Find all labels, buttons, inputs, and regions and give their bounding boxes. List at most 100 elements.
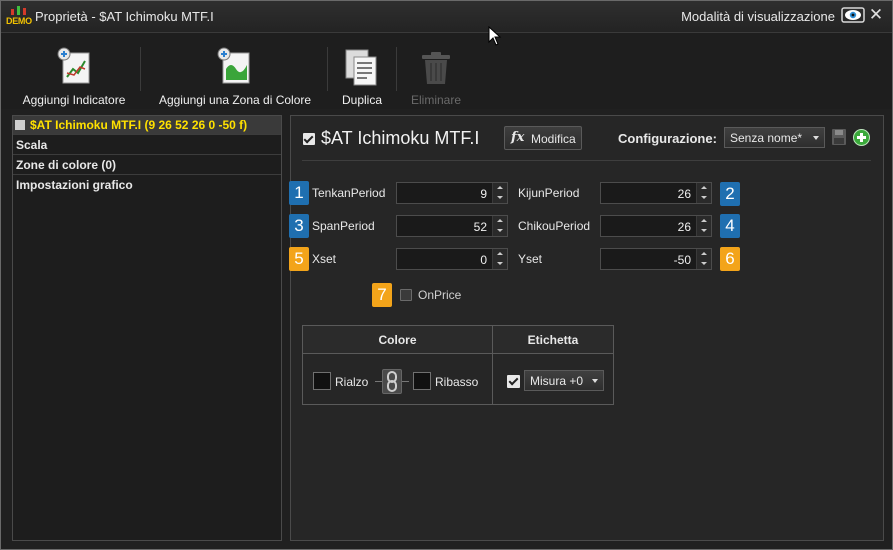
add-indicator-button[interactable]: Aggiungi Indicatore: [15, 41, 133, 107]
close-icon[interactable]: ✕: [868, 6, 884, 24]
onprice-checkbox[interactable]: [400, 289, 412, 301]
chikou-period-input[interactable]: 26: [600, 215, 712, 237]
add-color-zone-button[interactable]: Aggiungi una Zona di Colore: [151, 41, 319, 107]
param-label-kijun: KijunPeriod: [518, 186, 580, 200]
down-label: Ribasso: [435, 375, 479, 389]
view-mode-label[interactable]: Modalità di visualizzazione: [681, 9, 835, 24]
tree-item-label: Impostazioni grafico: [16, 178, 133, 192]
indicator-panel: $AT Ichimoku MTF.I fx Modifica Configura…: [289, 115, 884, 541]
spin-down-icon[interactable]: [696, 259, 711, 269]
fx-icon: fx: [511, 130, 525, 145]
panel-divider: [302, 160, 871, 161]
spin-down-icon[interactable]: [492, 259, 507, 269]
toolbar-divider: [396, 47, 397, 91]
yset-input[interactable]: -50: [600, 248, 712, 270]
spin-up-icon[interactable]: [696, 216, 711, 226]
param-label-yset: Yset: [518, 252, 543, 266]
delete-button[interactable]: Eliminare: [404, 41, 468, 107]
config-value: Senza nome*: [730, 131, 803, 145]
config-select[interactable]: Senza nome*: [724, 127, 825, 148]
tree-item-color-zones[interactable]: Zone di colore (0): [13, 156, 281, 175]
link-line: [402, 381, 409, 382]
add-color-zone-icon: [217, 47, 250, 84]
kijun-period-input[interactable]: 26: [600, 182, 712, 204]
tree-item-chart-settings[interactable]: Impostazioni grafico: [13, 176, 281, 195]
tree-item-label: Scala: [16, 138, 48, 152]
save-icon[interactable]: [831, 128, 847, 146]
add-color-zone-label: Aggiungi una Zona di Colore: [158, 93, 312, 107]
demo-label: DEMO: [6, 16, 32, 26]
add-indicator-label: Aggiungi Indicatore: [22, 93, 126, 107]
down-color-swatch[interactable]: [413, 372, 431, 390]
toolbar-divider: [327, 47, 328, 91]
tenkan-period-input[interactable]: 9: [396, 182, 508, 204]
param-label-span: SpanPeriod: [312, 219, 375, 233]
toolbar-divider: [140, 47, 141, 91]
table-header-label: Etichetta: [527, 333, 579, 347]
window-title: Proprietà - $AT Ichimoku MTF.I: [35, 9, 214, 24]
demo-logo-icon: DEMO: [6, 5, 32, 27]
spin-down-icon[interactable]: [696, 226, 711, 236]
chevron-down-icon: [592, 379, 598, 383]
spin-value: 26: [677, 187, 691, 201]
eye-icon[interactable]: [841, 6, 865, 26]
up-color-swatch[interactable]: [313, 372, 331, 390]
param-badge: 7: [372, 283, 392, 307]
spin-up-icon[interactable]: [492, 183, 507, 193]
delete-label: Eliminare: [410, 93, 461, 107]
link-line: [375, 381, 382, 382]
duplicate-label: Duplica: [341, 93, 383, 107]
spin-up-icon[interactable]: [492, 216, 507, 226]
spin-down-icon[interactable]: [696, 193, 711, 203]
add-indicator-icon: [57, 47, 90, 84]
table-header-label-col: Etichetta: [493, 326, 613, 354]
properties-tree: $AT Ichimoku MTF.I (9 26 52 26 0 -50 f) …: [12, 115, 282, 541]
measure-select[interactable]: Misura +0: [524, 370, 604, 391]
spin-down-icon[interactable]: [492, 226, 507, 236]
table-header-color: Colore: [303, 326, 493, 354]
duplicate-icon: [345, 49, 377, 86]
title-bar: DEMO Proprietà - $AT Ichimoku MTF.I Moda…: [1, 1, 892, 33]
indicator-enabled-checkbox[interactable]: [303, 133, 315, 145]
chevron-down-icon: [813, 136, 819, 140]
modify-button[interactable]: fx Modifica: [504, 126, 582, 150]
measure-checkbox[interactable]: [507, 375, 520, 388]
xset-input[interactable]: 0: [396, 248, 508, 270]
param-badge: 5: [289, 247, 309, 271]
toolbar: Aggiungi Indicatore Aggiungi una Zona di…: [1, 33, 892, 109]
spin-value: 0: [480, 253, 487, 267]
up-label: Rialzo: [335, 375, 369, 389]
spin-down-icon[interactable]: [492, 193, 507, 203]
spin-up-icon[interactable]: [696, 249, 711, 259]
param-label-tenkan: TenkanPeriod: [312, 186, 386, 200]
param-badge: 4: [720, 214, 740, 238]
color-label-table: Colore Etichetta Rialzo Ribasso Misura +…: [302, 325, 614, 405]
label-cell: Misura +0: [493, 354, 613, 404]
table-header-label: Colore: [378, 333, 417, 347]
properties-window: DEMO Proprietà - $AT Ichimoku MTF.I Moda…: [0, 0, 893, 550]
chain-link-icon[interactable]: [382, 369, 402, 394]
spin-value: 26: [677, 220, 691, 234]
indicator-title: $AT Ichimoku MTF.I: [321, 128, 480, 148]
color-cell: Rialzo Ribasso: [303, 354, 493, 404]
duplicate-button[interactable]: Duplica: [335, 41, 389, 107]
onprice-label: OnPrice: [418, 288, 462, 302]
param-badge: 6: [720, 247, 740, 271]
param-badge: 2: [720, 182, 740, 206]
mouse-cursor-icon: [488, 25, 502, 46]
tree-item-scale[interactable]: Scala: [13, 136, 281, 155]
span-period-input[interactable]: 52: [396, 215, 508, 237]
param-label-chikou: ChikouPeriod: [518, 219, 591, 233]
param-label-xset: Xset: [312, 252, 337, 266]
indicator-square-icon: [15, 120, 25, 130]
tree-item-label: $AT Ichimoku MTF.I (9 26 52 26 0 -50 f): [30, 118, 248, 132]
spin-value: 52: [473, 220, 487, 234]
tree-item-indicator[interactable]: $AT Ichimoku MTF.I (9 26 52 26 0 -50 f): [13, 116, 281, 135]
modify-label: Modifica: [531, 132, 576, 146]
measure-value: Misura +0: [530, 374, 584, 388]
tree-item-label: Zone di colore (0): [16, 158, 117, 172]
spin-up-icon[interactable]: [696, 183, 711, 193]
add-config-icon[interactable]: [853, 129, 870, 146]
param-badge: 1: [289, 181, 309, 205]
spin-up-icon[interactable]: [492, 249, 507, 259]
